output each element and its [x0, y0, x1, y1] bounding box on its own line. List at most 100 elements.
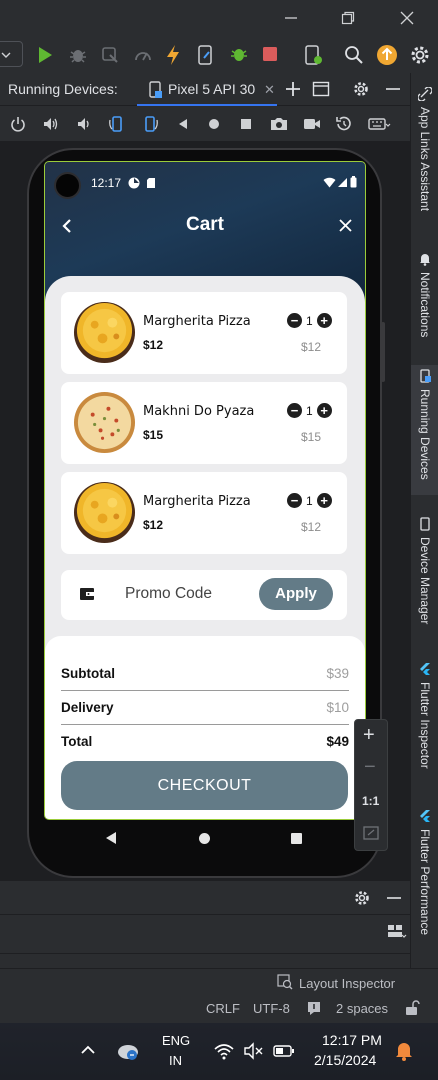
- bottom-settings-gear-icon[interactable]: [353, 889, 371, 907]
- phone-device-icon: [149, 81, 162, 98]
- tab-close-icon[interactable]: ✕: [264, 82, 275, 98]
- tab-flutter-performance[interactable]: Flutter Performance: [411, 805, 438, 965]
- promo-code-input[interactable]: Promo Code: [125, 585, 212, 603]
- tab-running-devices[interactable]: Running Devices: [411, 365, 438, 495]
- zoom-one-to-one-button[interactable]: 1:1: [362, 794, 379, 808]
- divider: [0, 953, 410, 954]
- back-button-icon[interactable]: [173, 106, 193, 142]
- battery-tray-icon[interactable]: [273, 1043, 295, 1059]
- notification-bell-icon[interactable]: [394, 1040, 414, 1062]
- close-window-button[interactable]: [400, 11, 414, 25]
- phone-screen[interactable]: 12:17 Cart Margherita Pizza $12 − 1 + $1…: [44, 161, 366, 820]
- item-price: $12: [143, 518, 164, 532]
- run-config-dropdown[interactable]: [0, 41, 23, 67]
- apply-promo-button[interactable]: Apply: [259, 578, 333, 610]
- decrease-quantity-button[interactable]: −: [287, 313, 302, 328]
- volume-up-icon[interactable]: [41, 106, 61, 142]
- page-title: Cart: [185, 214, 224, 235]
- layout-inspector-label[interactable]: Layout Inspector: [299, 976, 395, 991]
- total-row: Total $49: [61, 734, 349, 749]
- restore-button[interactable]: [341, 11, 355, 25]
- margherita-pizza-image: [73, 301, 136, 364]
- keyboard-input-icon[interactable]: [367, 106, 391, 142]
- apply-code-changes-icon[interactable]: [228, 44, 250, 66]
- tab-device-manager[interactable]: Device Manager: [411, 513, 438, 638]
- line-separator[interactable]: CRLF: [206, 1001, 240, 1016]
- minimize-button[interactable]: [284, 11, 298, 25]
- quantity-stepper: − 1 +: [287, 493, 332, 508]
- divider: [0, 914, 410, 915]
- panel-settings-gear-icon[interactable]: [352, 80, 370, 98]
- nav-recents-icon[interactable]: [290, 832, 303, 845]
- bottom-hide-icon[interactable]: [386, 889, 402, 907]
- home-button-icon[interactable]: [204, 106, 224, 142]
- search-icon[interactable]: [344, 45, 364, 65]
- layout-grid-icon[interactable]: [387, 923, 407, 939]
- hot-reload-icon[interactable]: [165, 44, 181, 66]
- zoom-fit-icon[interactable]: [363, 826, 379, 840]
- subtotal-row: Subtotal $39: [61, 666, 349, 681]
- update-icon[interactable]: [376, 44, 398, 66]
- zoom-out-button[interactable]: −: [364, 756, 376, 779]
- nav-back-icon[interactable]: [104, 831, 118, 845]
- file-encoding[interactable]: UTF-8: [253, 1001, 290, 1016]
- add-device-icon[interactable]: [285, 79, 301, 99]
- status-sdcard-icon: [147, 178, 155, 188]
- language-indicator[interactable]: ENG: [162, 1033, 190, 1048]
- battery-icon: [350, 176, 357, 188]
- indent-setting[interactable]: 2 spaces: [336, 1001, 388, 1016]
- device-manager-icon[interactable]: [303, 44, 323, 66]
- wifi-tray-icon[interactable]: [213, 1042, 235, 1060]
- apply-changes-icon[interactable]: [196, 44, 216, 66]
- delivery-value: $10: [326, 700, 349, 715]
- increase-quantity-button[interactable]: +: [316, 493, 332, 508]
- settings-gear-icon[interactable]: [409, 44, 431, 66]
- ide-status-bar: Layout Inspector CRLF UTF-8 2 spaces: [0, 968, 438, 1023]
- rotate-right-icon[interactable]: [140, 106, 160, 142]
- stop-icon[interactable]: [262, 46, 278, 62]
- increase-quantity-button[interactable]: +: [316, 403, 332, 418]
- snapshot-history-icon[interactable]: [334, 106, 354, 142]
- clock-date[interactable]: 2/15/2024: [314, 1052, 376, 1068]
- total-value: $49: [326, 734, 349, 749]
- nav-home-icon[interactable]: [198, 832, 211, 845]
- tab-pixel5[interactable]: Pixel 5 API 30 ✕: [137, 73, 277, 106]
- tab-notifications[interactable]: Notifications: [411, 248, 438, 358]
- bell-icon: [420, 254, 430, 266]
- decrease-quantity-button[interactable]: −: [287, 493, 302, 508]
- tab-pixel5-label: Pixel 5 API 30: [168, 81, 256, 97]
- promo-code-card: Promo Code Apply: [61, 570, 347, 620]
- tab-app-links-assistant[interactable]: App Links Assistant: [411, 83, 438, 243]
- divider: [61, 724, 349, 725]
- volume-down-icon[interactable]: [74, 106, 94, 142]
- item-quantity: 1: [306, 493, 313, 508]
- attach-debugger-icon[interactable]: [100, 45, 120, 65]
- unlock-icon[interactable]: [404, 1000, 420, 1016]
- margherita-pizza-image: [73, 481, 136, 544]
- debug-icon[interactable]: [68, 45, 88, 65]
- volume-muted-icon[interactable]: [243, 1042, 265, 1060]
- overview-button-icon[interactable]: [236, 106, 256, 142]
- checkout-button[interactable]: CHECKOUT: [61, 761, 348, 810]
- zoom-in-button[interactable]: +: [363, 724, 375, 747]
- run-icon[interactable]: [36, 45, 54, 65]
- power-icon[interactable]: [8, 106, 28, 142]
- increase-quantity-button[interactable]: +: [316, 313, 332, 328]
- link-icon: [418, 87, 432, 101]
- profiler-icon[interactable]: [133, 45, 153, 65]
- android-nav-bar: [45, 819, 365, 859]
- tab-flutter-inspector[interactable]: Flutter Inspector: [411, 658, 438, 788]
- readonly-warning-icon[interactable]: [306, 1000, 322, 1016]
- screenshot-icon[interactable]: [269, 106, 289, 142]
- hide-panel-icon[interactable]: [385, 80, 401, 98]
- rotate-left-icon[interactable]: [107, 106, 127, 142]
- close-icon[interactable]: [339, 219, 352, 232]
- chevron-up-icon[interactable]: [80, 1044, 96, 1056]
- onedrive-sync-icon[interactable]: [116, 1040, 140, 1062]
- window-layout-icon[interactable]: [312, 80, 330, 98]
- running-devices-label: Running Devices:: [8, 81, 118, 97]
- clock-time[interactable]: 12:17 PM: [322, 1032, 382, 1048]
- screen-record-icon[interactable]: [302, 106, 322, 142]
- bottom-tool-panel: [0, 880, 410, 968]
- decrease-quantity-button[interactable]: −: [287, 403, 302, 418]
